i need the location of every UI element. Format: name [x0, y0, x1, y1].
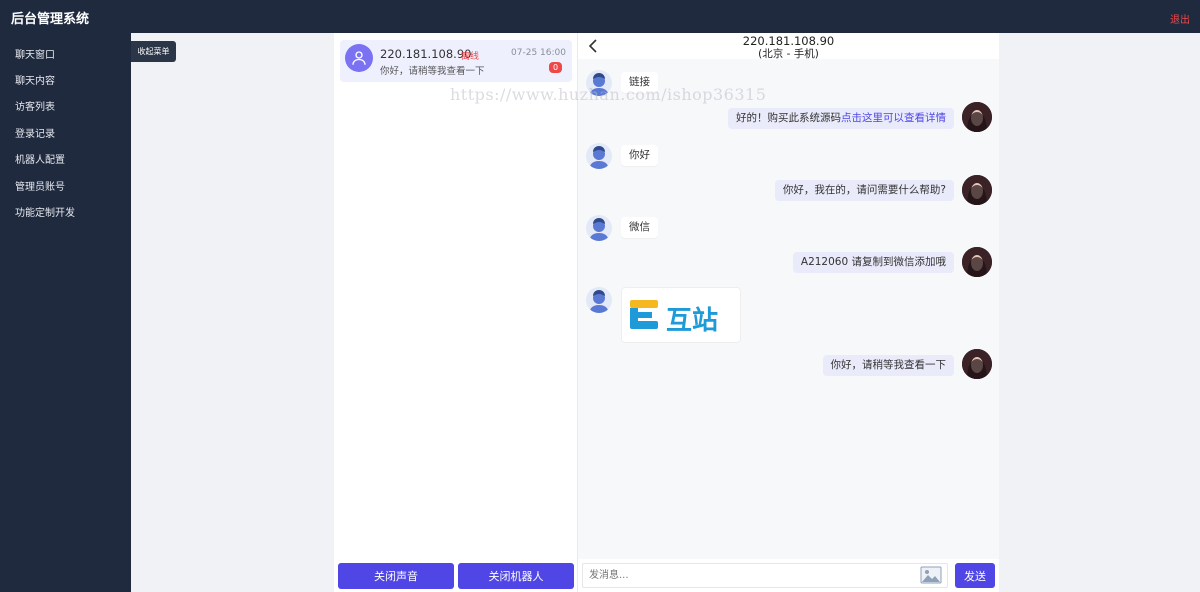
send-button[interactable]: 发送: [955, 563, 995, 588]
message-bubble: 好的！购买此系统源码点击这里可以查看详情: [728, 108, 954, 129]
image-upload-icon[interactable]: [920, 566, 942, 584]
watermark-text: https://www.huzhan.com/ishop36315: [450, 85, 767, 104]
message-bubble: 微信: [621, 217, 658, 238]
visitor-avatar: [586, 143, 612, 169]
sidebar-item-visitor-list[interactable]: 访客列表: [15, 98, 55, 113]
message-input-row: 发送: [578, 559, 999, 592]
conversation-preview: 你好，请稍等我查看一下: [380, 66, 485, 77]
agent-avatar: [962, 102, 992, 132]
image-message[interactable]: 互站: [621, 287, 741, 343]
chat-visitor-location: (北京 - 手机): [758, 48, 819, 60]
image-text: 互站: [666, 306, 718, 336]
user-icon: [345, 44, 373, 72]
agent-avatar: [962, 349, 992, 379]
mute-sound-button[interactable]: 关闭声音: [338, 563, 454, 589]
message-text: 好的！购买此系统源码: [736, 112, 841, 124]
sidebar-item-login-records[interactable]: 登录记录: [15, 125, 55, 140]
conversation-ip: 220.181.108.90: [380, 47, 472, 61]
conversation-list-panel: 220.181.108.90 离线 07-25 16:00 你好，请稍等我查看一…: [334, 33, 578, 592]
unread-count-badge: 0: [549, 62, 562, 73]
message-input[interactable]: [582, 563, 948, 588]
message-bubble: 你好: [621, 145, 658, 166]
status-badge: 离线: [461, 52, 480, 62]
collapse-menu-button[interactable]: 收起菜单: [131, 41, 176, 62]
disable-robot-button[interactable]: 关闭机器人: [458, 563, 574, 589]
sidebar-item-custom-dev[interactable]: 功能定制开发: [15, 204, 75, 219]
visitor-avatar: [586, 287, 612, 313]
chat-header: 220.181.108.90 (北京 - 手机): [578, 33, 999, 60]
conversation-time: 07-25 16:00: [511, 48, 566, 58]
agent-avatar: [962, 175, 992, 205]
sidebar: 聊天窗口 聊天内容 访客列表 登录记录 机器人配置 管理员账号 功能定制开发: [0, 33, 131, 592]
top-bar: 后台管理系统 退出: [0, 0, 1200, 33]
chat-panel: 220.181.108.90 (北京 - 手机) 链接 好的！购买此系统源码点击…: [578, 33, 999, 592]
sidebar-item-admin-accounts[interactable]: 管理员账号: [15, 178, 65, 193]
sidebar-item-chat-content[interactable]: 聊天内容: [15, 72, 55, 87]
logout-link[interactable]: 退出: [1170, 11, 1190, 26]
agent-avatar: [962, 247, 992, 277]
message-bubble: A212060 请复制到微信添加哦: [792, 252, 954, 273]
message-bubble: 你好，请稍等我查看一下: [822, 355, 954, 376]
sidebar-item-robot-config[interactable]: 机器人配置: [15, 151, 65, 166]
details-link[interactable]: 点击这里可以查看详情: [841, 112, 946, 124]
message-bubble: 你好，我在的，请问需要什么帮助?: [774, 180, 954, 201]
conversation-item[interactable]: 220.181.108.90 离线 07-25 16:00 你好，请稍等我查看一…: [340, 40, 572, 82]
sidebar-item-chat-window[interactable]: 聊天窗口: [15, 46, 55, 61]
app-title: 后台管理系统: [11, 12, 90, 27]
visitor-avatar: [586, 215, 612, 241]
